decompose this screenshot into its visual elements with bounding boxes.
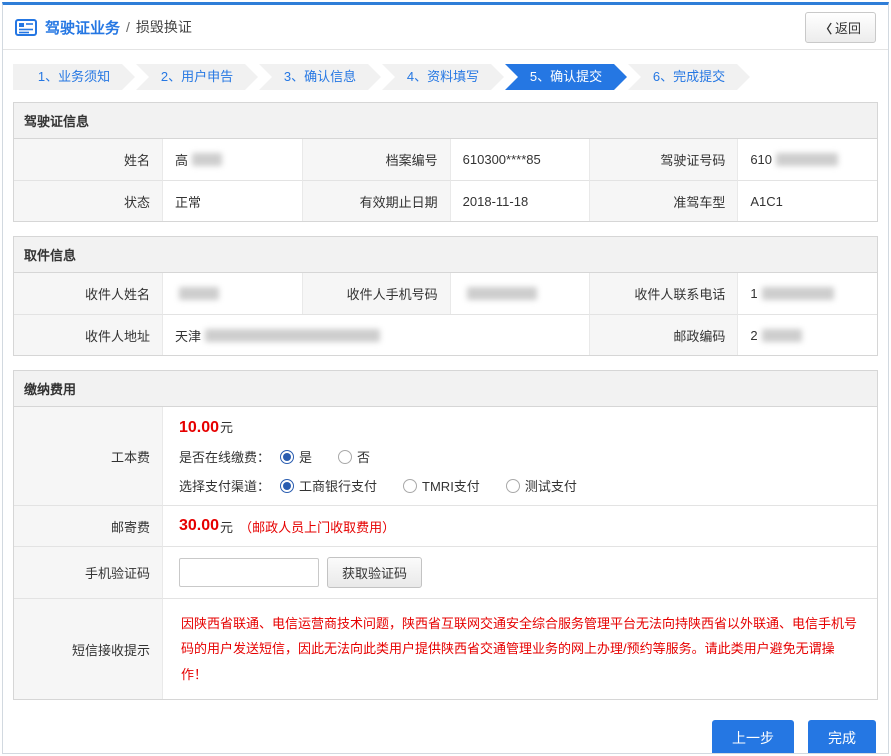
- channel-tmri-option[interactable]: TMRI支付: [403, 476, 480, 495]
- mail-fee-content: 30.00元 （邮政人员上门收取费用）: [162, 505, 877, 546]
- online-no-label: 否: [357, 447, 370, 466]
- step-3-confirm-info[interactable]: 3、确认信息: [259, 64, 381, 90]
- redacted-text: [762, 287, 834, 300]
- postcode-label: 邮政编码: [589, 314, 737, 355]
- work-fee-amount-line: 10.00元: [179, 417, 603, 437]
- name-label: 姓名: [14, 139, 162, 180]
- sms-notice-label: 短信接收提示: [14, 598, 162, 699]
- recipient-address-label: 收件人地址: [14, 314, 162, 355]
- online-payment-question: 是否在线缴费：: [179, 447, 270, 466]
- redacted-text: [179, 287, 219, 300]
- sms-code-label: 手机验证码: [14, 546, 162, 598]
- header-bar: 驾驶证业务 / 损毁换证 〈返回: [3, 5, 888, 50]
- license-info-section: 驾驶证信息 姓名 高 档案编号 610300****85 驾驶证号码 610 状…: [13, 102, 878, 222]
- recipient-name-value: [162, 273, 302, 314]
- step-2-declare[interactable]: 2、用户申告: [136, 64, 258, 90]
- license-info-table: 姓名 高 档案编号 610300****85 驾驶证号码 610 状态 正常 有…: [14, 139, 877, 221]
- get-code-button[interactable]: 获取验证码: [327, 557, 422, 588]
- prev-step-button[interactable]: 上一步: [712, 720, 794, 754]
- postcode-value: 2: [737, 314, 877, 355]
- redacted-text: [776, 153, 838, 166]
- radio-unchecked-icon[interactable]: [403, 479, 417, 493]
- step-nav: 1、业务须知 2、用户申告 3、确认信息 4、资料填写 5、确认提交 6、完成提…: [3, 50, 888, 102]
- mail-fee-unit: 元: [220, 517, 233, 536]
- expiry-value: 2018-11-18: [450, 180, 590, 221]
- radio-checked-icon[interactable]: [280, 450, 294, 464]
- recipient-name-label: 收件人姓名: [14, 273, 162, 314]
- vehicle-class-label: 准驾车型: [589, 180, 737, 221]
- sms-code-input[interactable]: [179, 558, 319, 587]
- back-button-label: 返回: [835, 21, 861, 36]
- redacted-text: [467, 287, 537, 300]
- breadcrumb-separator: /: [126, 19, 130, 35]
- file-number-label: 档案编号: [302, 139, 450, 180]
- vehicle-class-value: A1C1: [737, 180, 877, 221]
- fees-section: 缴纳费用 工本费 10.00元 是否在线缴费： 是 否 选择支付渠道： 工商银行…: [13, 370, 878, 700]
- work-fee-amount: 10.00: [179, 419, 219, 436]
- back-chevron-icon: 〈: [820, 22, 832, 36]
- sms-notice-text: 因陕西省联通、电信运营商技术问题，陕西省互联网交通安全综合服务管理平台无法向持陕…: [179, 607, 861, 691]
- radio-unchecked-icon[interactable]: [338, 450, 352, 464]
- payment-channel-row: 选择支付渠道： 工商银行支付 TMRI支付 测试支付: [179, 476, 603, 495]
- channel-test-option[interactable]: 测试支付: [506, 476, 577, 495]
- online-yes-option[interactable]: 是: [280, 447, 312, 466]
- work-fee-label: 工本费: [14, 407, 162, 505]
- work-fee-unit: 元: [220, 420, 233, 435]
- online-yes-label: 是: [299, 447, 312, 466]
- expiry-label: 有效期止日期: [302, 180, 450, 221]
- pickup-info-table: 收件人姓名 收件人手机号码 收件人联系电话 1 收件人地址 天津 邮政编码 2: [14, 273, 877, 355]
- mail-fee-label: 邮寄费: [14, 505, 162, 546]
- radio-unchecked-icon[interactable]: [506, 479, 520, 493]
- redacted-text: [192, 153, 222, 166]
- step-5-confirm-submit[interactable]: 5、确认提交: [505, 64, 627, 90]
- breadcrumb-app-title: 驾驶证业务: [45, 17, 120, 38]
- status-label: 状态: [14, 180, 162, 221]
- recipient-phone-value: 1: [737, 273, 877, 314]
- pickup-section-title: 取件信息: [14, 237, 877, 273]
- mail-fee-note: （邮政人员上门收取费用）: [239, 517, 395, 536]
- sms-code-content: 获取验证码: [162, 546, 877, 598]
- step-1-notice[interactable]: 1、业务须知: [13, 64, 135, 90]
- fees-table: 工本费 10.00元 是否在线缴费： 是 否 选择支付渠道： 工商银行支付 TM…: [14, 407, 877, 699]
- license-number-label: 驾驶证号码: [589, 139, 737, 180]
- license-card-icon: [15, 19, 37, 36]
- file-number-value: 610300****85: [450, 139, 590, 180]
- radio-checked-icon[interactable]: [280, 479, 294, 493]
- work-fee-content: 10.00元 是否在线缴费： 是 否 选择支付渠道： 工商银行支付 TMRI支付…: [162, 407, 877, 505]
- name-value: 高: [162, 139, 302, 180]
- online-payment-question-row: 是否在线缴费： 是 否: [179, 447, 603, 466]
- license-section-title: 驾驶证信息: [14, 103, 877, 139]
- channel-tmri-label: TMRI支付: [422, 476, 480, 495]
- recipient-phone-label: 收件人联系电话: [589, 273, 737, 314]
- payment-channel-question: 选择支付渠道：: [179, 476, 270, 495]
- breadcrumb-page-title: 损毁换证: [136, 17, 192, 37]
- footer-actions: 上一步 完成: [3, 714, 888, 754]
- channel-icbc-option[interactable]: 工商银行支付: [280, 476, 377, 495]
- mail-fee-amount: 30.00: [179, 517, 219, 535]
- channel-test-label: 测试支付: [525, 476, 577, 495]
- page: 驾驶证业务 / 损毁换证 〈返回 1、业务须知 2、用户申告 3、确认信息 4、…: [2, 2, 889, 754]
- sms-notice-content: 因陕西省联通、电信运营商技术问题，陕西省互联网交通安全综合服务管理平台无法向持陕…: [162, 598, 877, 699]
- recipient-address-value: 天津: [162, 314, 589, 355]
- back-button[interactable]: 〈返回: [805, 12, 876, 43]
- channel-icbc-label: 工商银行支付: [299, 476, 377, 495]
- recipient-mobile-value: [450, 273, 590, 314]
- license-number-value: 610: [737, 139, 877, 180]
- step-4-fill-data[interactable]: 4、资料填写: [382, 64, 504, 90]
- finish-button[interactable]: 完成: [808, 720, 876, 754]
- status-value: 正常: [162, 180, 302, 221]
- redacted-text: [762, 329, 802, 342]
- fees-section-title: 缴纳费用: [14, 371, 877, 407]
- redacted-text: [205, 329, 380, 342]
- recipient-mobile-label: 收件人手机号码: [302, 273, 450, 314]
- online-no-option[interactable]: 否: [338, 447, 370, 466]
- step-6-complete[interactable]: 6、完成提交: [628, 64, 750, 90]
- pickup-info-section: 取件信息 收件人姓名 收件人手机号码 收件人联系电话 1 收件人地址 天津 邮政…: [13, 236, 878, 356]
